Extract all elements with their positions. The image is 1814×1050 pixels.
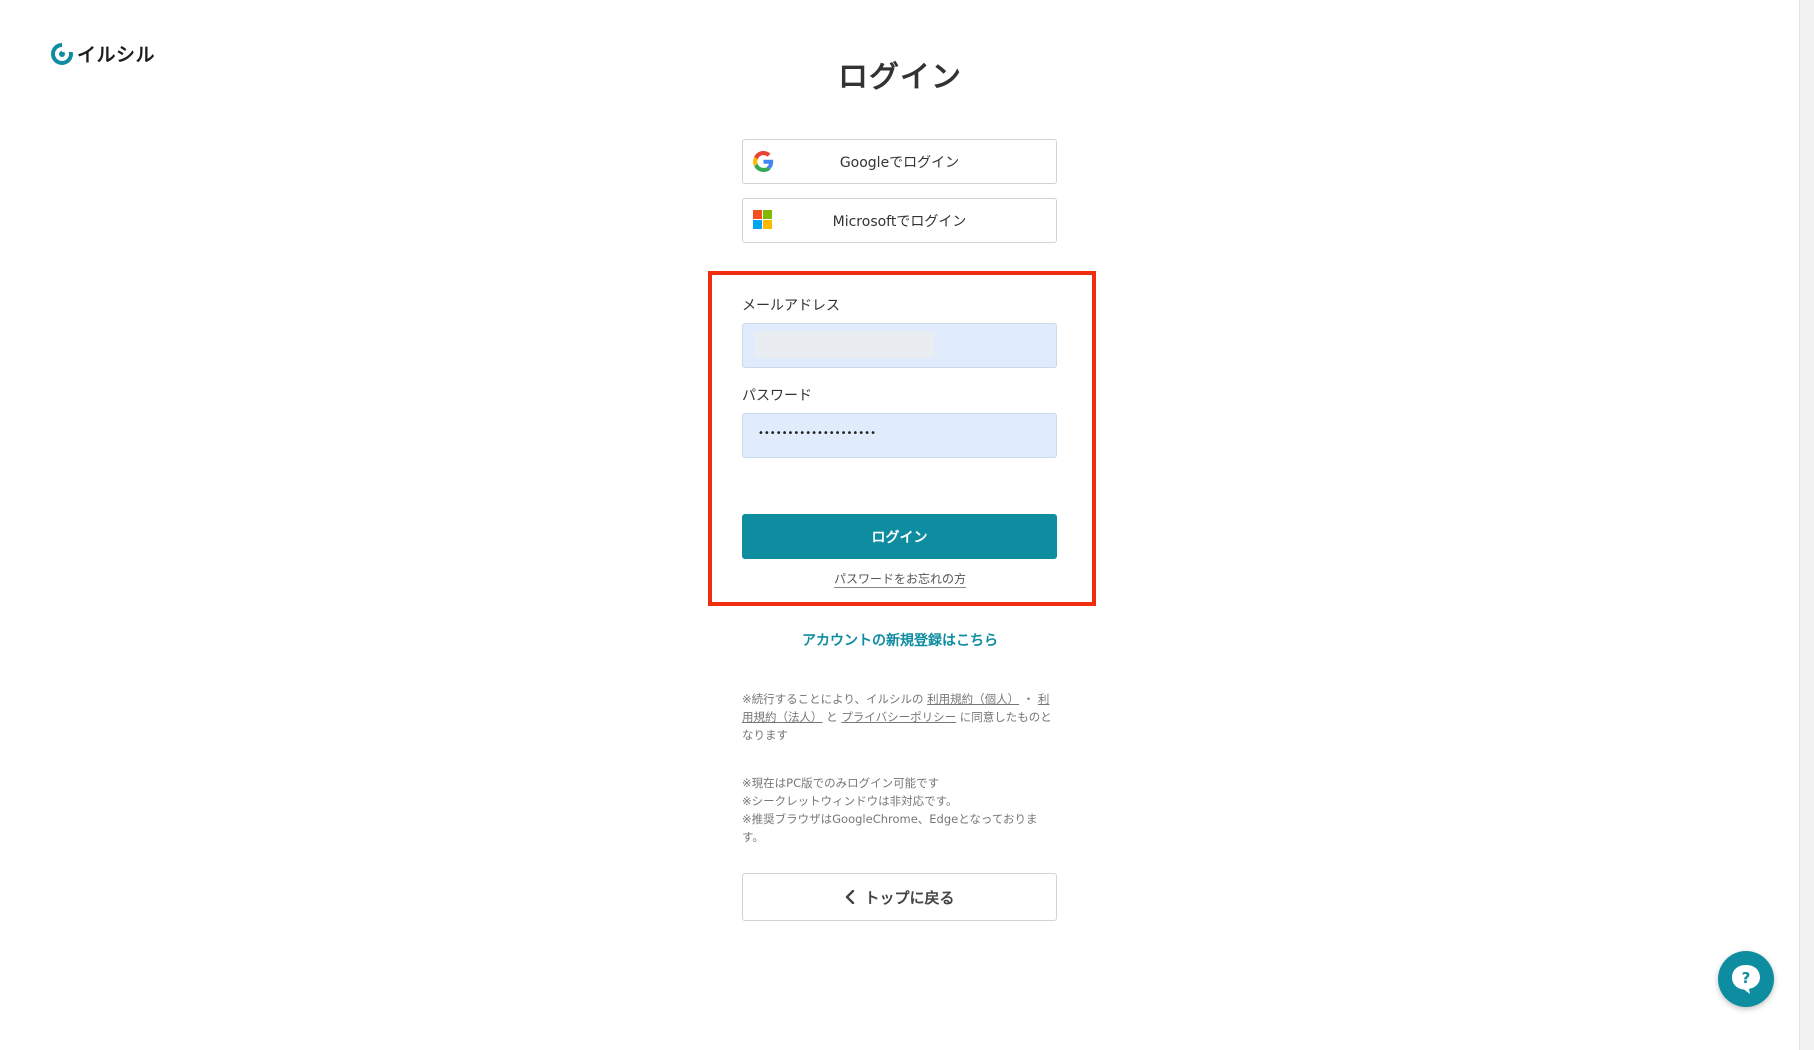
vertical-scrollbar[interactable] bbox=[1799, 0, 1814, 1050]
note-incognito: ※シークレットウィンドウは非対応です。 bbox=[742, 794, 958, 808]
login-button-label: ログイン bbox=[871, 529, 928, 546]
terms-personal-link[interactable]: 利用規約（個人） bbox=[927, 692, 1019, 706]
terms-notice: ※続行することにより、イルシルの 利用規約（個人） ・ 利用規約（法人） と プ… bbox=[742, 690, 1057, 744]
help-button[interactable]: ? bbox=[1718, 951, 1774, 1007]
email-value-mask bbox=[754, 331, 934, 358]
forgot-password-link[interactable]: パスワードをお忘れの方 bbox=[833, 572, 966, 588]
google-login-button[interactable]: Googleでログイン bbox=[742, 139, 1057, 184]
chevron-left-icon bbox=[846, 890, 855, 904]
microsoft-icon bbox=[753, 210, 774, 231]
password-value: •••••••••••••••••••• bbox=[758, 428, 876, 439]
email-label: メールアドレス bbox=[742, 298, 840, 314]
terms-separator: ・ bbox=[1022, 692, 1035, 706]
google-login-label: Googleでログイン bbox=[839, 154, 960, 171]
login-page: イルシル ログイン Googleでログイン Microsoftでログイン メール… bbox=[0, 0, 1814, 1050]
question-icon: ? bbox=[1732, 965, 1760, 994]
google-icon bbox=[753, 151, 774, 172]
terms-prefix: ※続行することにより、イルシルの bbox=[742, 692, 924, 706]
microsoft-login-label: Microsoftでログイン bbox=[832, 213, 967, 230]
page-title: ログイン bbox=[838, 60, 962, 95]
terms-and: と bbox=[826, 710, 838, 724]
back-to-top-label: トップに戻る bbox=[864, 888, 955, 907]
browser-notes: ※現在はPC版でのみログイン可能です ※シークレットウィンドウは非対応です。 ※… bbox=[742, 774, 1057, 846]
forgot-password-row: パスワードをお忘れの方 bbox=[0, 570, 1800, 588]
password-label: パスワード bbox=[742, 388, 812, 404]
microsoft-login-button[interactable]: Microsoftでログイン bbox=[742, 198, 1057, 243]
note-pc-only: ※現在はPC版でのみログイン可能です bbox=[742, 776, 940, 790]
signup-link[interactable]: アカウントの新規登録はこちら bbox=[0, 630, 1800, 650]
privacy-policy-link[interactable]: プライバシーポリシー bbox=[841, 710, 956, 724]
back-to-top-button[interactable]: トップに戻る bbox=[742, 873, 1057, 921]
note-recommended-browser: ※推奨ブラウザはGoogleChrome、Edgeとなっております。 bbox=[742, 812, 1038, 844]
login-button[interactable]: ログイン bbox=[742, 514, 1057, 559]
svg-text:?: ? bbox=[1742, 969, 1751, 987]
